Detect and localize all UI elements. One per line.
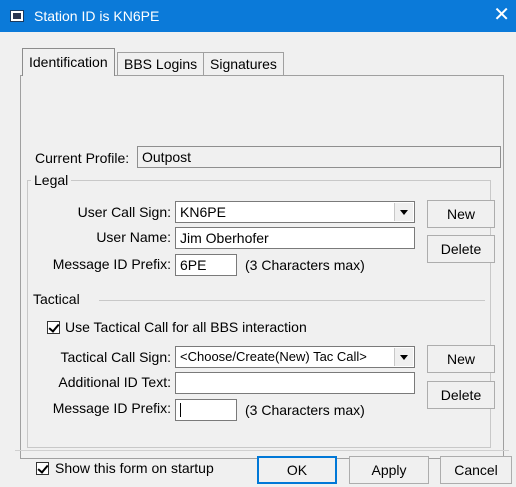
current-profile-field: Outpost: [137, 146, 501, 168]
title-bar: Station ID is KN6PE ✕: [0, 0, 516, 32]
legal-new-button[interactable]: New: [427, 200, 495, 228]
legal-delete-button[interactable]: Delete: [427, 235, 495, 263]
tab-identification[interactable]: Identification: [22, 48, 115, 76]
additional-id-field[interactable]: [175, 372, 415, 394]
app-window-icon: [10, 10, 24, 22]
user-name-field[interactable]: Jim Oberhofer: [175, 227, 415, 249]
text-caret: [180, 403, 181, 417]
footer-separator: [15, 450, 509, 451]
chevron-down-icon[interactable]: [394, 203, 413, 221]
cancel-button[interactable]: Cancel: [440, 456, 512, 484]
additional-id-label: Additional ID Text:: [58, 374, 171, 390]
show-on-startup-checkbox[interactable]: [36, 462, 49, 475]
apply-button[interactable]: Apply: [349, 456, 429, 484]
legal-message-id-prefix-hint: (3 Characters max): [245, 257, 365, 273]
legal-group-title: Legal: [31, 172, 72, 188]
use-tactical-label[interactable]: Use Tactical Call for all BBS interactio…: [65, 319, 307, 335]
tactical-call-sign-value: <Choose/Create(New) Tac Call>: [180, 349, 367, 364]
user-call-sign-label: User Call Sign:: [77, 204, 171, 220]
window-title: Station ID is KN6PE: [34, 8, 160, 24]
chevron-down-icon[interactable]: [394, 348, 413, 366]
close-icon[interactable]: ✕: [493, 4, 510, 26]
tactical-call-sign-select[interactable]: <Choose/Create(New) Tac Call>: [175, 346, 415, 368]
show-on-startup-label[interactable]: Show this form on startup: [55, 460, 214, 476]
tactical-section-title: Tactical: [33, 291, 80, 307]
user-call-sign-select[interactable]: KN6PE: [175, 201, 415, 223]
tactical-message-id-prefix-field[interactable]: [175, 399, 237, 421]
tactical-delete-button[interactable]: Delete: [427, 381, 495, 409]
identification-panel: Current Profile: Outpost Legal User Call…: [20, 75, 504, 459]
legal-message-id-prefix-field[interactable]: 6PE: [175, 254, 237, 276]
user-name-label: User Name:: [96, 229, 171, 245]
tactical-call-sign-label: Tactical Call Sign:: [60, 349, 172, 365]
use-tactical-checkbox[interactable]: [47, 321, 60, 334]
tactical-new-button[interactable]: New: [427, 345, 495, 373]
tab-bbs-logins[interactable]: BBS Logins: [117, 52, 205, 76]
tactical-message-id-prefix-hint: (3 Characters max): [245, 402, 365, 418]
user-call-sign-value: KN6PE: [180, 204, 226, 220]
tactical-separator: [99, 300, 485, 301]
ok-button[interactable]: OK: [257, 456, 337, 484]
tactical-message-id-prefix-label: Message ID Prefix:: [52, 400, 171, 416]
current-profile-label: Current Profile:: [35, 150, 130, 166]
tab-container: Identification BBS Logins Signatures Cur…: [0, 32, 516, 459]
legal-message-id-prefix-label: Message ID Prefix:: [52, 256, 171, 272]
tab-signatures[interactable]: Signatures: [203, 52, 284, 76]
